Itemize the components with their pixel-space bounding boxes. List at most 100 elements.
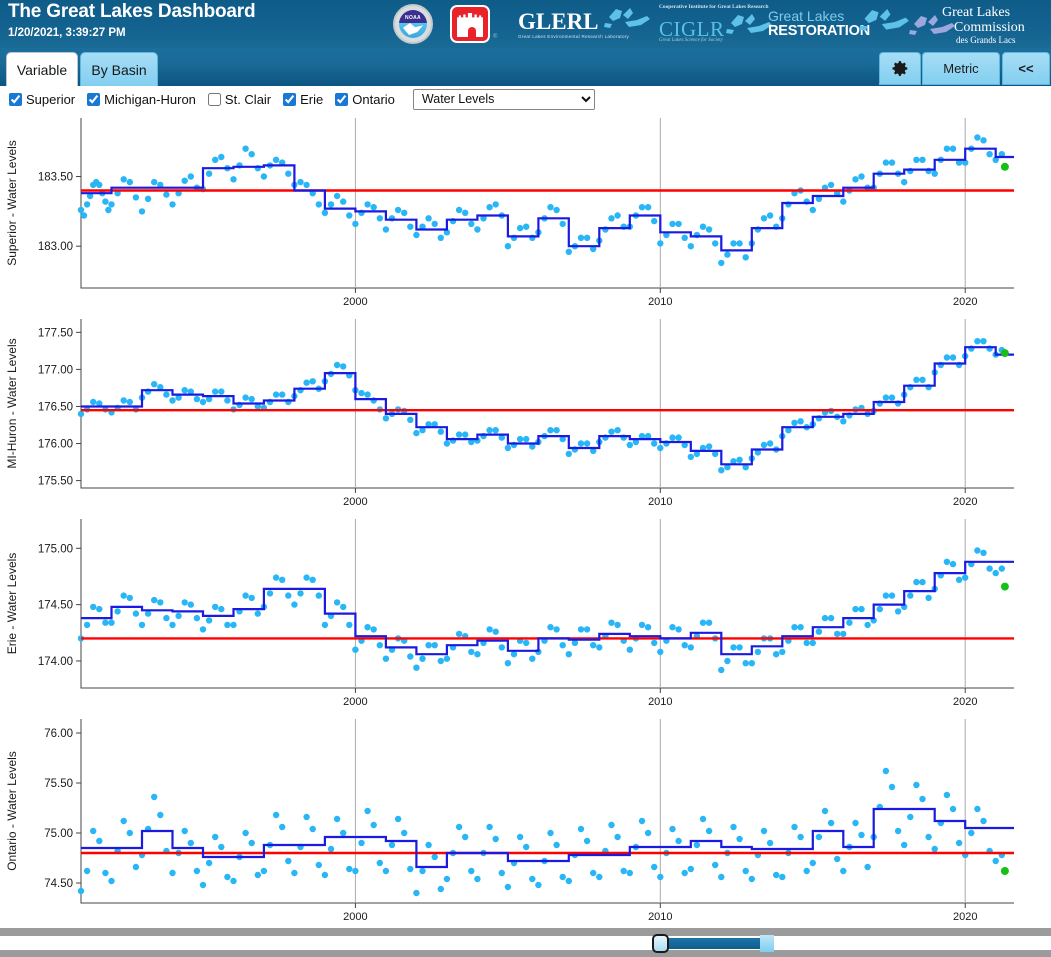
data-point (182, 599, 188, 605)
checkbox-ontario[interactable]: Ontario (335, 92, 395, 107)
data-point (657, 240, 663, 246)
data-point (249, 396, 255, 402)
glri-logo-line1: Great Lakes (768, 8, 844, 24)
ciglr-logo: Cooperative Institute for Great Lakes Re… (659, 3, 775, 45)
data-point (96, 606, 102, 612)
data-point (962, 574, 968, 580)
collapse-panel-button[interactable]: << (1002, 52, 1050, 85)
tab-by-basin[interactable]: By Basin (80, 52, 158, 86)
data-point (285, 858, 291, 864)
data-point (596, 644, 602, 650)
checkbox-erie-input[interactable] (283, 93, 296, 106)
settings-button[interactable] (879, 52, 921, 85)
data-point (700, 224, 706, 230)
data-point (175, 613, 181, 619)
data-point (334, 193, 340, 199)
data-point (499, 870, 505, 876)
data-point (340, 830, 346, 836)
data-point (279, 824, 285, 830)
checkbox-ontario-input[interactable] (335, 93, 348, 106)
data-point (682, 235, 688, 241)
data-point (425, 642, 431, 648)
y-tick-label: 175.00 (38, 543, 73, 555)
data-point (121, 397, 127, 403)
data-point (791, 824, 797, 830)
data-point (560, 642, 566, 648)
tab-bar: Variable By Basin Metric << (0, 48, 1051, 86)
checkbox-superior[interactable]: Superior (9, 92, 75, 107)
data-point (840, 631, 846, 637)
data-point (121, 176, 127, 182)
data-point (157, 599, 163, 605)
chart-panel-erie: 174.00174.50175.00200020102020Erie - Wat… (0, 513, 1051, 713)
checkbox-st-clair-input[interactable] (208, 93, 221, 106)
data-point (364, 624, 370, 630)
data-point (627, 647, 633, 653)
data-point (230, 176, 236, 182)
data-point (310, 378, 316, 384)
data-point (371, 822, 377, 828)
data-point (553, 427, 559, 433)
data-point (401, 830, 407, 836)
y-tick-label: 175.50 (38, 476, 73, 488)
data-point (932, 846, 938, 852)
time-range-slider[interactable] (652, 936, 772, 951)
data-point (901, 179, 907, 185)
data-point (352, 221, 358, 227)
data-point (242, 394, 248, 400)
data-point (919, 157, 925, 163)
data-point (364, 201, 370, 207)
data-point (242, 830, 248, 836)
app-header: The Great Lakes Dashboard 1/20/2021, 3:3… (0, 0, 1051, 48)
checkbox-superior-input[interactable] (9, 93, 22, 106)
data-point (188, 173, 194, 179)
lake-selection-bar: Superior Michigan-Huron St. Clair Erie O… (0, 86, 1051, 112)
data-point (889, 592, 895, 598)
units-toggle-button[interactable]: Metric (922, 52, 1000, 85)
data-point (401, 210, 407, 216)
x-tick-label: 2020 (953, 696, 977, 708)
data-point (852, 176, 858, 182)
chart-ontario-water-levels: 74.5075.0075.5076.00200020102020Ontario … (0, 713, 1051, 928)
data-point (718, 874, 724, 880)
data-point (925, 595, 931, 601)
data-point (553, 626, 559, 632)
data-point (78, 207, 84, 213)
data-point (255, 610, 261, 616)
data-point (791, 624, 797, 630)
data-point (395, 816, 401, 822)
y-axis-label: Erie - Water Levels (5, 553, 19, 655)
data-point (151, 381, 157, 387)
data-point (224, 397, 230, 403)
checkbox-st-clair[interactable]: St. Clair (208, 92, 271, 107)
forecast-point (1001, 163, 1009, 171)
data-point (194, 868, 200, 874)
range-handle-left[interactable] (652, 934, 669, 953)
range-handle-right[interactable] (760, 935, 774, 952)
checkbox-ontario-label: Ontario (352, 92, 395, 107)
slider-track[interactable] (0, 936, 1051, 950)
data-point (639, 818, 645, 824)
data-point (675, 626, 681, 632)
tab-variable[interactable]: Variable (6, 52, 78, 86)
data-point (889, 394, 895, 400)
data-point (639, 204, 645, 210)
data-point (718, 467, 724, 473)
data-point (682, 642, 688, 648)
x-tick-label: 2010 (648, 911, 672, 923)
data-point (340, 604, 346, 610)
data-point (456, 431, 462, 437)
data-point (212, 157, 218, 163)
great-lakes-map-icon (858, 5, 910, 39)
data-point (84, 868, 90, 874)
data-point (651, 640, 657, 646)
data-point (724, 658, 730, 664)
checkbox-michigan-huron-input[interactable] (87, 93, 100, 106)
data-point (700, 816, 706, 822)
data-point (986, 151, 992, 157)
checkbox-erie[interactable]: Erie (283, 92, 323, 107)
data-point (834, 631, 840, 637)
checkbox-michigan-huron[interactable]: Michigan-Huron (87, 92, 196, 107)
variable-select[interactable]: Water LevelsWater TemperatureIce CoverPr… (413, 89, 595, 110)
y-axis-label: MI-Huron - Water Levels (5, 338, 19, 468)
